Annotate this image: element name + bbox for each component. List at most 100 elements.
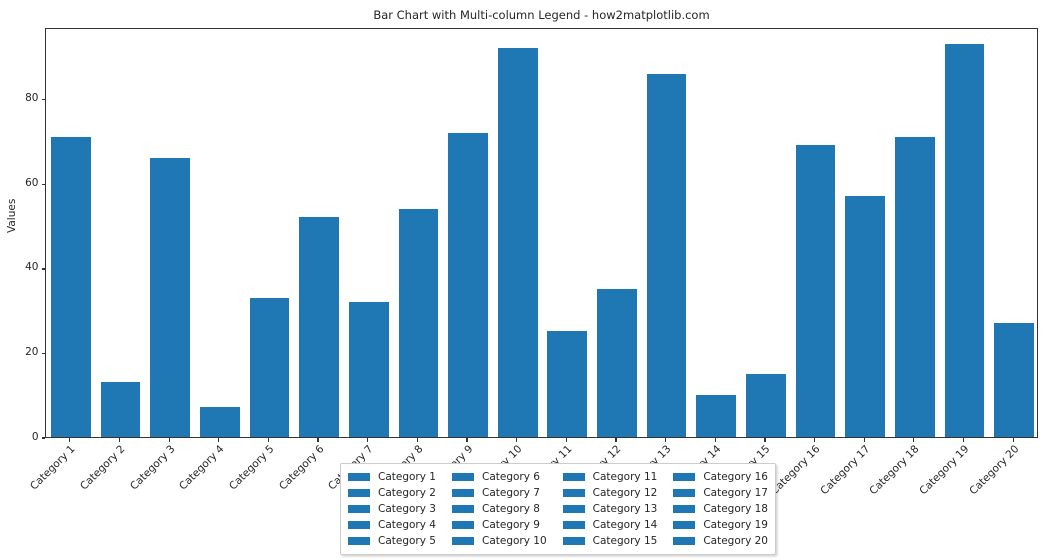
bar bbox=[746, 373, 786, 437]
bar bbox=[249, 297, 290, 437]
x-tick-mark bbox=[267, 438, 270, 442]
x-tick-label-text: Category 17 bbox=[817, 443, 873, 498]
bar bbox=[994, 322, 1035, 437]
legend-item[interactable]: Category 1 bbox=[348, 469, 436, 485]
x-tick-label-text: Category 2 bbox=[77, 443, 128, 493]
bar bbox=[547, 331, 588, 437]
x-tick-mark bbox=[665, 438, 667, 442]
legend-item[interactable]: Category 4 bbox=[348, 517, 436, 533]
legend-swatch-icon bbox=[348, 537, 370, 545]
x-tick-mark bbox=[367, 438, 369, 442]
legend-item[interactable]: Category 5 bbox=[348, 533, 436, 549]
y-tick-label: 60 bbox=[25, 176, 39, 189]
bar bbox=[299, 217, 339, 437]
legend-item[interactable]: Category 8 bbox=[451, 501, 547, 517]
legend-label: Category 8 bbox=[481, 503, 540, 515]
x-tick-mark bbox=[69, 438, 71, 442]
x-tick-mark bbox=[118, 438, 121, 442]
x-tick-label-text: Category 4 bbox=[177, 443, 227, 493]
legend-item[interactable]: Category 15 bbox=[562, 533, 658, 549]
bar bbox=[696, 394, 737, 437]
legend-swatch-icon bbox=[451, 537, 474, 545]
legend-label: Category 10 bbox=[481, 535, 547, 547]
legend-column: Category 16 Category 17 Category 18 Categor… bbox=[673, 469, 768, 549]
bar bbox=[448, 132, 488, 437]
legend-swatch-icon bbox=[673, 505, 696, 513]
legend-label: Category 17 bbox=[703, 487, 768, 499]
legend-item[interactable]: Category 18 bbox=[673, 501, 768, 517]
x-tick-label-text: Category 3 bbox=[127, 443, 178, 493]
legend-swatch-icon bbox=[673, 473, 696, 481]
x-tick-mark bbox=[615, 438, 617, 442]
legend-box[interactable]: Category 1 Category 2 Category 3 Category 4… bbox=[340, 463, 776, 555]
x-tick-mark bbox=[764, 438, 766, 442]
bar bbox=[944, 43, 985, 437]
x-tick-label-text: Category 16 bbox=[768, 443, 823, 498]
legend-item[interactable]: Category 13 bbox=[562, 501, 658, 517]
x-tick-label-text: Category 1 bbox=[28, 443, 78, 493]
x-tick-mark bbox=[714, 438, 716, 442]
bar bbox=[646, 73, 687, 437]
x-tick-mark bbox=[962, 438, 965, 442]
bar bbox=[497, 48, 538, 437]
x-tick-mark bbox=[218, 438, 220, 442]
x-tick-mark bbox=[813, 438, 816, 442]
legend-label: Category 20 bbox=[703, 535, 768, 547]
legend-swatch-icon bbox=[451, 489, 474, 497]
legend-label: Category 19 bbox=[703, 519, 768, 531]
legend-swatch-icon bbox=[562, 489, 585, 497]
legend-item[interactable]: Category 3 bbox=[348, 501, 436, 517]
x-tick-label-text: Category 18 bbox=[867, 443, 922, 498]
plot-area bbox=[45, 28, 1038, 438]
legend-label: Category 9 bbox=[481, 519, 540, 531]
legend-swatch-icon bbox=[451, 521, 474, 529]
x-tick-mark bbox=[466, 438, 468, 442]
x-tick-mark bbox=[913, 438, 915, 442]
y-tick-label: 40 bbox=[25, 261, 39, 274]
legend-label: Category 5 bbox=[378, 535, 436, 547]
legend-swatch-icon bbox=[451, 505, 474, 513]
bar bbox=[795, 145, 836, 437]
legend-swatch-icon bbox=[673, 489, 696, 497]
legend-item[interactable]: Category 17 bbox=[673, 485, 768, 501]
legend-item[interactable]: Category 19 bbox=[673, 517, 768, 533]
legend-label: Category 12 bbox=[592, 487, 658, 499]
legend-label: Category 18 bbox=[703, 503, 768, 515]
legend-item[interactable]: Category 10 bbox=[451, 533, 547, 549]
bar bbox=[398, 208, 439, 437]
legend-item[interactable]: Category 2 bbox=[348, 485, 436, 501]
y-tick-label: 80 bbox=[25, 92, 39, 105]
legend-item[interactable]: Category 6 bbox=[451, 469, 547, 485]
legend-swatch-icon bbox=[348, 489, 370, 497]
legend-item[interactable]: Category 9 bbox=[451, 517, 547, 533]
legend-swatch-icon bbox=[562, 521, 585, 529]
legend-swatch-icon bbox=[348, 505, 370, 513]
legend-item[interactable]: Category 7 bbox=[451, 485, 547, 501]
legend-item[interactable]: Category 12 bbox=[562, 485, 658, 501]
bar bbox=[845, 196, 886, 437]
legend-item[interactable]: Category 11 bbox=[562, 469, 657, 485]
legend-label: Category 16 bbox=[703, 471, 768, 483]
x-tick-mark bbox=[1012, 438, 1014, 442]
legend-label: Category 15 bbox=[592, 535, 658, 547]
x-tick-label-text: Category 20 bbox=[966, 443, 1022, 498]
legend-column: Category 6 Category 7 Category 8 Category 9… bbox=[451, 469, 547, 549]
x-tick-mark bbox=[168, 438, 170, 442]
legend-item[interactable]: Category 16 bbox=[673, 469, 768, 485]
bar bbox=[150, 158, 190, 437]
x-tick-label-text: Category 6 bbox=[276, 443, 327, 493]
legend-item[interactable]: Category 20 bbox=[673, 533, 768, 549]
legend-swatch-icon bbox=[562, 537, 585, 545]
bar bbox=[597, 289, 637, 437]
legend-swatch-icon bbox=[673, 537, 696, 545]
x-tick-mark bbox=[565, 438, 567, 442]
legend-swatch-icon bbox=[673, 521, 696, 529]
legend-label: Category 13 bbox=[592, 503, 658, 515]
bar bbox=[100, 382, 141, 437]
legend-item[interactable]: Category 14 bbox=[562, 517, 658, 533]
legend-swatch-icon bbox=[562, 473, 585, 481]
chart-title: Bar Chart with Multi-column Legend - how… bbox=[373, 8, 710, 22]
legend-label: Category 14 bbox=[592, 519, 658, 531]
x-tick-mark bbox=[516, 438, 518, 442]
bar bbox=[348, 301, 389, 437]
